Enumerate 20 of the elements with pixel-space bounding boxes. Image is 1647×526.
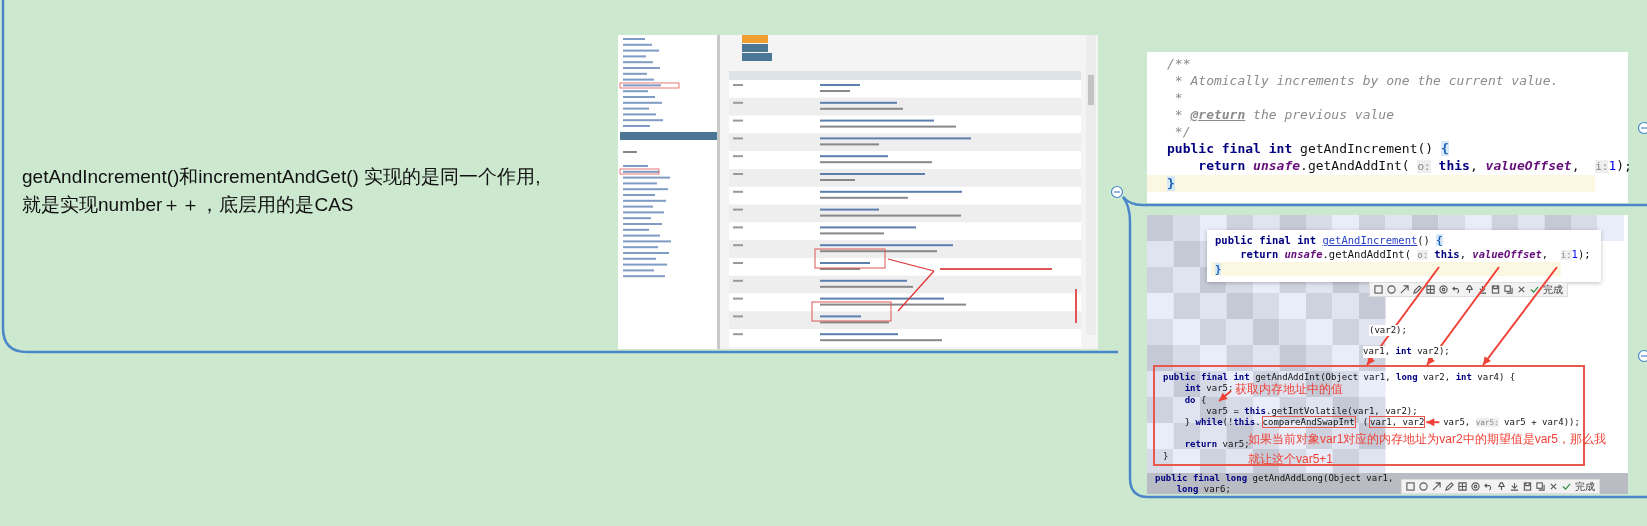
code-line: */ [1173, 123, 1191, 140]
code-line: return unsafe.getAndAddInt( o: this, valueOffset, i:1); [1197, 157, 1632, 175]
code-line: } [1163, 450, 1169, 463]
code-line: do { [1183, 394, 1207, 406]
code-line: * @return the previous value [1173, 106, 1394, 123]
code-line: return unsafe.getAndAddInt( o: this, valueOffset, i:1); [1239, 247, 1591, 262]
code-line: public final int getAndIncrement() { [1167, 140, 1449, 157]
done-button[interactable]: 完成 [1543, 284, 1563, 295]
code-line: public final int getAndIncrement() { [1215, 233, 1443, 247]
code-line: long var6; [1175, 484, 1231, 494]
code-line: var5 = this.getIntVolatile(var1, var2); [1205, 405, 1418, 417]
code-line: public final long getAndAddLong(Object var1, [1155, 473, 1394, 485]
code-line: /** [1167, 55, 1191, 72]
code-line: int var5; [1183, 383, 1234, 395]
topic-text: getAndIncrement()和incrementAndGet() 实现的是同一个作用, 就是实现number＋＋，底层用的是CAS [22, 165, 541, 217]
annotation-text: 获取内存地址中的值 [1235, 382, 1343, 396]
code-line: * Atomically increments by one the current value. [1173, 72, 1559, 89]
code-line: * [1173, 89, 1183, 106]
done-button[interactable]: 完成 [1575, 481, 1595, 492]
code-line: public final int getAndAddInt(Object var1, long var2, int var4) { [1163, 372, 1516, 383]
